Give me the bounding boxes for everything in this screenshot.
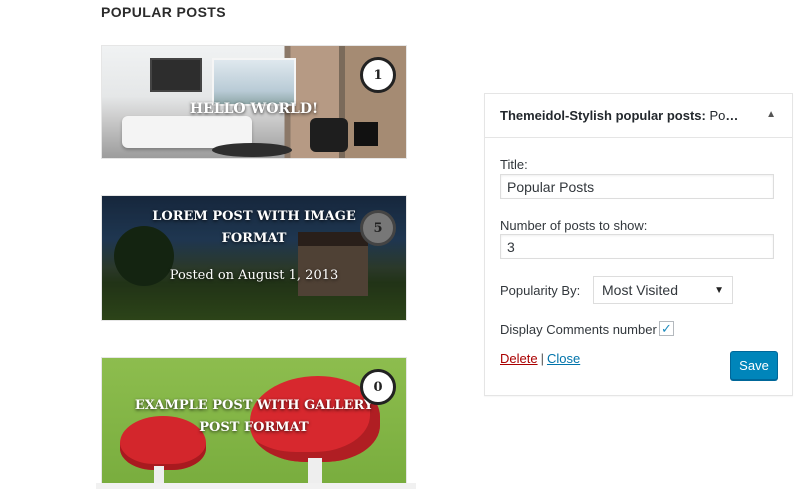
thumbnail-chair: [310, 118, 348, 152]
widget-title-main: Themeidol-Stylish popular posts:: [500, 108, 706, 123]
comment-count-badge: 0: [360, 369, 396, 405]
chevron-down-icon: ▼: [714, 284, 724, 296]
action-separator: |: [540, 351, 544, 366]
checkmark-icon: ✓: [661, 321, 672, 336]
title-input[interactable]: Popular Posts: [500, 174, 774, 199]
comment-count-badge: 5: [360, 210, 396, 246]
thumbnail-rug: [212, 143, 292, 157]
delete-link[interactable]: Delete: [500, 351, 538, 366]
widget-title: Themeidol-Stylish popular posts: Popular…: [500, 108, 740, 123]
triangle-up-icon[interactable]: ▲: [766, 109, 776, 120]
title-label: Title:: [500, 157, 528, 172]
popularity-select[interactable]: Most Visited ▼: [593, 276, 733, 304]
popularity-label: Popularity By:: [500, 283, 581, 298]
post-count-value: 3: [507, 238, 515, 255]
widget-panel: Themeidol-Stylish popular posts: Popular…: [484, 93, 793, 396]
comment-count-badge: 1: [360, 57, 396, 93]
count-label: Number of posts to show:: [500, 218, 648, 233]
post-count-input[interactable]: 3: [500, 234, 774, 259]
post-title[interactable]: HELLO WORLD!: [132, 98, 376, 120]
title-input-value: Popular Posts: [507, 178, 595, 195]
save-button[interactable]: Save: [730, 351, 778, 380]
post-title[interactable]: EXAMPLE POST WITH GALLERY POST FORMAT: [132, 395, 376, 439]
close-link[interactable]: Close: [547, 351, 580, 366]
post-card-hello-world[interactable]: HELLO WORLD! 1: [101, 45, 407, 159]
widget-title-sub: Popular Posts: [709, 108, 740, 123]
post-card-lorem-image[interactable]: LOREM POST WITH IMAGE FORMAT Posted on A…: [101, 195, 407, 321]
preview-bottom-edge: [96, 483, 416, 489]
post-card-gallery[interactable]: EXAMPLE POST WITH GALLERY POST FORMAT 0: [101, 357, 407, 484]
thumbnail-chair-leg: [308, 458, 322, 484]
post-date: Posted on August 1, 2013: [169, 268, 339, 283]
widget-actions: Delete | Close: [500, 351, 580, 366]
widget-header[interactable]: Themeidol-Stylish popular posts: Popular…: [485, 94, 792, 138]
comments-label: Display Comments number: [500, 322, 657, 337]
thumbnail-chair-leg: [154, 466, 164, 484]
thumbnail-fireplace: [354, 122, 378, 146]
popularity-selected: Most Visited: [602, 282, 678, 298]
thumbnail-artwork: [150, 58, 202, 92]
popular-posts-heading: POPULAR POSTS: [101, 4, 226, 20]
post-title[interactable]: LOREM POST WITH IMAGE FORMAT: [132, 206, 376, 250]
comments-checkbox[interactable]: ✓: [659, 321, 674, 336]
